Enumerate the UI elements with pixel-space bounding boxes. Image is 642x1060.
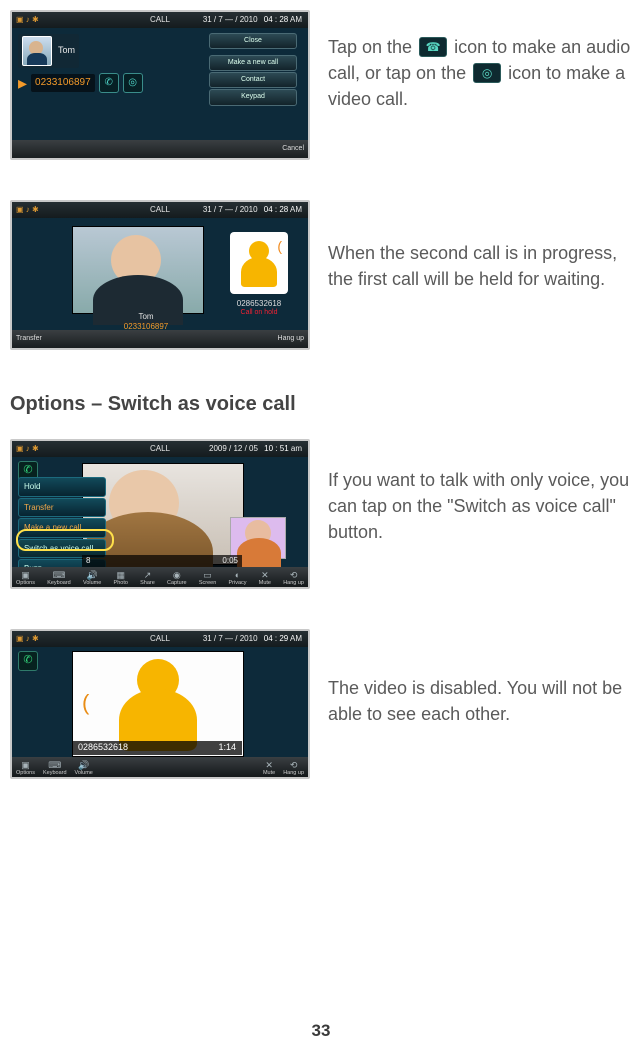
menu-new-call[interactable]: Make a new call — [18, 518, 106, 538]
tool-keyboard[interactable]: ⌨Keyboard — [43, 761, 67, 777]
tool-share[interactable]: ↗Share — [140, 571, 155, 587]
call-duration: 0:05 — [222, 555, 238, 567]
ampm-text: am — [291, 444, 302, 453]
clock-text: 04 : 28 — [264, 205, 288, 214]
video-call-icon[interactable]: ◎ — [123, 73, 143, 93]
thumb-toolbar: ▣Options ⌨Keyboard 🔊Volume ▦Photo ↗Share… — [12, 567, 308, 587]
screenshot-switch-voice: ▣ ♪ ✱ CALL 2009 / 12 / 05 10 : 51 am ✆ H… — [10, 439, 310, 589]
text: If you want to talk with only voice, you… — [328, 467, 642, 545]
desc-block-4: The video is disabled. You will not be a… — [310, 629, 642, 727]
text: Tap on the — [328, 37, 417, 57]
active-call-icon: ✆ — [18, 651, 38, 671]
desc-block-1: Tap on the icon to make an audio call, o… — [310, 10, 642, 112]
tool-volume[interactable]: 🔊Volume — [83, 571, 101, 587]
status-icons: ▣ ♪ ✱ — [16, 204, 39, 216]
clock: 31 / 7 — / 2010 04 : 28 AM — [203, 14, 302, 26]
new-call-button[interactable]: Make a new call — [209, 55, 297, 71]
contact-name: Tom — [58, 44, 75, 57]
dial-number: 0233106897 — [31, 74, 95, 93]
thumb-topbar: ▣ ♪ ✱ CALL 31 / 7 — / 2010 04 : 28 AM — [12, 202, 308, 218]
clock: 31 / 7 — / 2010 04 : 28 AM — [203, 204, 302, 216]
tool-options[interactable]: ▣Options — [16, 761, 35, 777]
thumb-topbar: ▣ ♪ ✱ CALL 2009 / 12 / 05 10 : 51 am — [12, 441, 308, 457]
ampm-text: AM — [290, 634, 302, 643]
video-call-inline-icon — [473, 63, 501, 83]
thumb-bottombar: Transfer Hang up — [12, 330, 308, 348]
desc-block-2: When the second call is in progress, the… — [310, 200, 642, 292]
main-video-area — [82, 463, 244, 565]
caller-name: Tom — [138, 312, 153, 321]
contact-button[interactable]: Contact — [209, 72, 297, 88]
thumb-topbar: ▣ ♪ ✱ CALL 31 / 7 — / 2010 04 : 28 AM — [12, 12, 308, 28]
date-text: 31 / 7 — / 2010 — [203, 634, 258, 643]
menu-hold[interactable]: Hold — [18, 477, 106, 497]
handset-icon: ( — [82, 687, 89, 719]
button-panel: Close Make a new call Contact Keypad — [208, 32, 298, 107]
call-title: CALL — [150, 633, 170, 645]
main-video-area — [72, 226, 204, 314]
tool-keyboard[interactable]: ⌨Keyboard — [47, 571, 71, 587]
tool-options[interactable]: ▣Options — [16, 571, 35, 587]
call-title: CALL — [150, 14, 170, 26]
hangup-button[interactable]: Hang up — [278, 334, 304, 344]
tool-volume[interactable]: 🔊Volume — [75, 761, 93, 777]
status-icons: ▣ ♪ ✱ — [16, 443, 39, 455]
audio-call-icon[interactable]: ✆ — [99, 73, 119, 93]
tool-capture[interactable]: ◉Capture — [167, 571, 187, 587]
tool-mute[interactable]: ✕Mute — [259, 571, 271, 587]
tool-privacy[interactable]: ◐Privacy — [228, 571, 246, 587]
status-icons: ▣ ♪ ✱ — [16, 14, 39, 26]
tool-hangup[interactable]: ⟲Hang up — [283, 761, 304, 777]
tool-screen[interactable]: ▭Screen — [199, 571, 216, 587]
thumb-bottombar: Cancel — [12, 140, 308, 158]
handset-icon: ( — [277, 236, 282, 256]
menu-transfer[interactable]: Transfer — [18, 498, 106, 518]
clock-text: 10 : 51 — [264, 444, 288, 453]
ampm-text: AM — [290, 205, 302, 214]
held-status: Call on hold — [230, 308, 288, 318]
section-heading: Options – Switch as voice call — [10, 390, 642, 419]
clock: 2009 / 12 / 05 10 : 51 am — [209, 443, 302, 455]
silhouette-icon — [115, 659, 201, 749]
contact-row: Tom — [18, 34, 79, 68]
cancel-button[interactable]: Cancel — [282, 144, 304, 154]
audio-call-inline-icon — [419, 37, 447, 57]
tool-hangup[interactable]: ⟲Hang up — [283, 571, 304, 587]
tool-photo[interactable]: ▦Photo — [114, 571, 128, 587]
duration-bar: 8 0:05 — [82, 555, 242, 567]
dial-row: ▸ 0233106897 ✆ ◎ — [18, 70, 143, 96]
screenshot-video-disabled: ▣ ♪ ✱ CALL 31 / 7 — / 2010 04 : 29 AM ✆ … — [10, 629, 310, 779]
page-number: 33 — [0, 1019, 642, 1044]
clock-text: 04 : 29 — [264, 634, 288, 643]
close-button[interactable]: Close — [209, 33, 297, 49]
clock-text: 04 : 28 — [264, 15, 288, 24]
date-text: 31 / 7 — / 2010 — [203, 15, 258, 24]
text: The video is disabled. You will not be a… — [328, 675, 642, 727]
number-duration-bar: 0286532618 1:14 — [72, 741, 242, 755]
text: When the second call is in progress, the… — [328, 240, 642, 292]
thumb-toolbar: ▣Options ⌨Keyboard 🔊Volume ✕Mute ⟲Hang u… — [12, 757, 308, 777]
screenshot-second-call: ▣ ♪ ✱ CALL 31 / 7 — / 2010 04 : 28 AM ( … — [10, 200, 310, 350]
call-title: CALL — [150, 443, 170, 455]
date-text: 2009 / 12 / 05 — [209, 444, 258, 453]
keypad-button[interactable]: Keypad — [209, 89, 297, 105]
silhouette-icon — [239, 241, 279, 285]
pip-video-area — [230, 517, 286, 559]
call-duration: 1:14 — [218, 741, 236, 754]
clock: 31 / 7 — / 2010 04 : 29 AM — [203, 633, 302, 645]
caret-icon: ▸ — [18, 70, 27, 96]
tool-mute[interactable]: ✕Mute — [263, 761, 275, 777]
avatar-icon — [22, 36, 52, 66]
transfer-button[interactable]: Transfer — [16, 334, 42, 344]
left-count: 8 — [86, 555, 90, 567]
call-number: 0286532618 — [78, 741, 128, 754]
thumb-topbar: ▣ ♪ ✱ CALL 31 / 7 — / 2010 04 : 29 AM — [12, 631, 308, 647]
date-text: 31 / 7 — / 2010 — [203, 205, 258, 214]
screenshot-new-call: ▣ ♪ ✱ CALL 31 / 7 — / 2010 04 : 28 AM To… — [10, 10, 310, 160]
status-icons: ▣ ♪ ✱ — [16, 633, 39, 645]
ampm-text: AM — [290, 15, 302, 24]
call-title: CALL — [150, 204, 170, 216]
desc-block-3: If you want to talk with only voice, you… — [310, 439, 642, 545]
